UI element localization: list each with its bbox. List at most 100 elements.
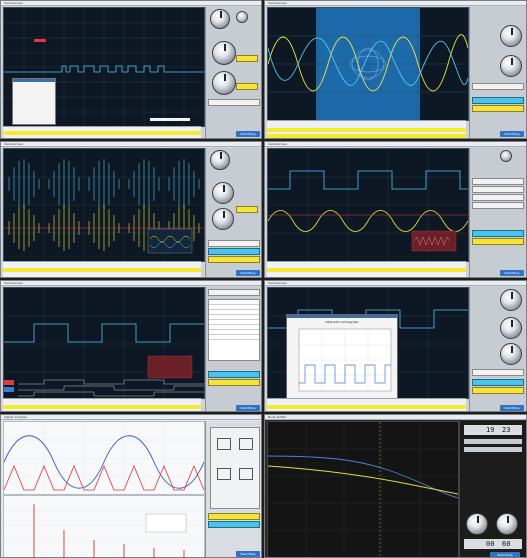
knob-icon[interactable] xyxy=(210,9,230,29)
bode-plot[interactable] xyxy=(267,421,459,557)
channel1-button[interactable] xyxy=(472,387,524,394)
scope-screen[interactable] xyxy=(3,148,205,262)
control-panel: Start/Stop xyxy=(205,421,261,557)
scope-screen[interactable] xyxy=(267,7,469,121)
channel1-row xyxy=(267,128,466,132)
start-stop-button[interactable]: Start/Stop xyxy=(500,270,524,276)
start-stop-button[interactable]: Start/Stop xyxy=(236,270,260,276)
panel-scope-4: Oscilloscope Start/Stop xyxy=(264,141,527,278)
square-sine-svg xyxy=(268,149,468,261)
channel1-row xyxy=(3,405,201,409)
channel2-button[interactable] xyxy=(208,248,260,255)
knob-icon[interactable] xyxy=(496,513,518,535)
knob-icon[interactable] xyxy=(500,343,522,365)
option-button[interactable] xyxy=(472,202,524,209)
knob-icon[interactable] xyxy=(212,71,236,95)
panel-scope-3: Oscilloscope Start/Stop xyxy=(0,141,262,278)
channel1-row xyxy=(267,405,466,409)
option-button[interactable] xyxy=(472,178,524,185)
channel1-row xyxy=(3,268,201,272)
scope-screen[interactable] xyxy=(3,287,205,399)
channel2-button[interactable] xyxy=(472,379,524,386)
option-button[interactable] xyxy=(208,99,260,106)
decoded-list[interactable] xyxy=(208,299,260,361)
channel2-button[interactable] xyxy=(208,371,260,378)
readout-left: 19 xyxy=(486,426,495,434)
logic-signal-svg xyxy=(4,288,204,398)
readout-panel: 19 23 xyxy=(464,425,522,435)
start-stop-button[interactable]: Start/Stop xyxy=(236,131,260,137)
start-stop-button[interactable]: Start/Stop xyxy=(236,405,260,411)
channel1-button[interactable] xyxy=(236,206,258,213)
option-button[interactable] xyxy=(472,369,524,376)
exported-plot-svg xyxy=(298,328,392,392)
channel1-button[interactable] xyxy=(208,379,260,386)
channel2-button[interactable] xyxy=(236,83,258,90)
channel1-button[interactable] xyxy=(472,238,524,245)
control-panel: Start/Stop xyxy=(469,287,526,411)
xy-plot-svg xyxy=(268,8,468,120)
window-title: Oscilloscope xyxy=(265,1,526,6)
scope-screen[interactable]: DSO-XXX oscillograph xyxy=(267,287,469,399)
knob-icon[interactable] xyxy=(500,25,522,47)
panel-analyzer: Signal analyzer Start/Stop xyxy=(0,414,262,558)
start-stop-button[interactable]: Start/Stop xyxy=(500,405,524,411)
window-title: Signal analyzer xyxy=(1,415,261,420)
knob-icon[interactable] xyxy=(212,182,234,204)
scope-screen[interactable] xyxy=(3,7,205,127)
popup-header xyxy=(13,79,55,82)
channel1-button[interactable] xyxy=(208,513,260,520)
readout-right-2: 60 xyxy=(502,540,511,548)
channel1-row xyxy=(3,131,201,135)
channel1-button[interactable] xyxy=(472,105,524,112)
block-diagram[interactable] xyxy=(210,427,260,509)
start-stop-button[interactable]: Start/Stop xyxy=(490,552,520,557)
start-stop-button[interactable]: Start/Stop xyxy=(236,551,260,557)
channel1-button[interactable] xyxy=(208,256,260,263)
measurement-table xyxy=(3,261,201,277)
spectrum-plot[interactable] xyxy=(3,495,205,557)
channel2-button[interactable] xyxy=(472,230,524,237)
knob-icon[interactable] xyxy=(210,150,230,170)
channel2-button[interactable] xyxy=(208,521,260,528)
knob-icon[interactable] xyxy=(500,55,522,77)
knob-icon[interactable] xyxy=(236,11,248,23)
control-panel: Start/Stop xyxy=(469,148,526,277)
window-title: Oscilloscope xyxy=(1,281,261,286)
channel1-row xyxy=(267,268,466,272)
knob-icon[interactable] xyxy=(212,208,234,230)
measurement-table xyxy=(267,261,466,277)
window-title: Oscilloscope xyxy=(1,1,261,6)
knob-icon[interactable] xyxy=(500,150,512,162)
control-panel: Start/Stop xyxy=(205,148,261,277)
exported-plot-window[interactable]: DSO-XXX oscillograph xyxy=(286,314,398,398)
scrollbar[interactable] xyxy=(150,118,190,121)
channel2-button[interactable] xyxy=(472,97,524,104)
composite-grid: Oscilloscope Start/Stop Oscilloscope Sta… xyxy=(0,0,527,558)
scope-screen[interactable] xyxy=(267,148,469,262)
knob-icon[interactable] xyxy=(212,41,236,65)
option-button[interactable] xyxy=(472,83,524,90)
window-title: Oscilloscope xyxy=(265,142,526,147)
readout-left-2: 00 xyxy=(486,540,495,548)
measurement-table xyxy=(267,398,466,411)
time-plot-svg xyxy=(4,422,204,494)
measurement-table xyxy=(3,126,201,138)
option-button[interactable] xyxy=(208,289,260,296)
trigger-marker-icon xyxy=(34,39,46,42)
measurement-table xyxy=(3,398,201,411)
channel1-button[interactable] xyxy=(236,55,258,62)
am-signal-svg xyxy=(4,149,204,261)
time-plot[interactable] xyxy=(3,421,205,495)
option-button[interactable] xyxy=(472,186,524,193)
knob-icon[interactable] xyxy=(500,289,522,311)
channel2-row xyxy=(267,134,466,138)
option-button[interactable] xyxy=(208,240,260,247)
knob-icon[interactable] xyxy=(466,513,488,535)
knob-icon[interactable] xyxy=(500,317,522,339)
trigger-popup[interactable] xyxy=(12,78,56,125)
start-stop-button[interactable]: Start/Stop xyxy=(500,131,524,137)
readout-right: 23 xyxy=(502,426,511,434)
window-title: Oscilloscope xyxy=(265,281,526,286)
option-button[interactable] xyxy=(472,194,524,201)
